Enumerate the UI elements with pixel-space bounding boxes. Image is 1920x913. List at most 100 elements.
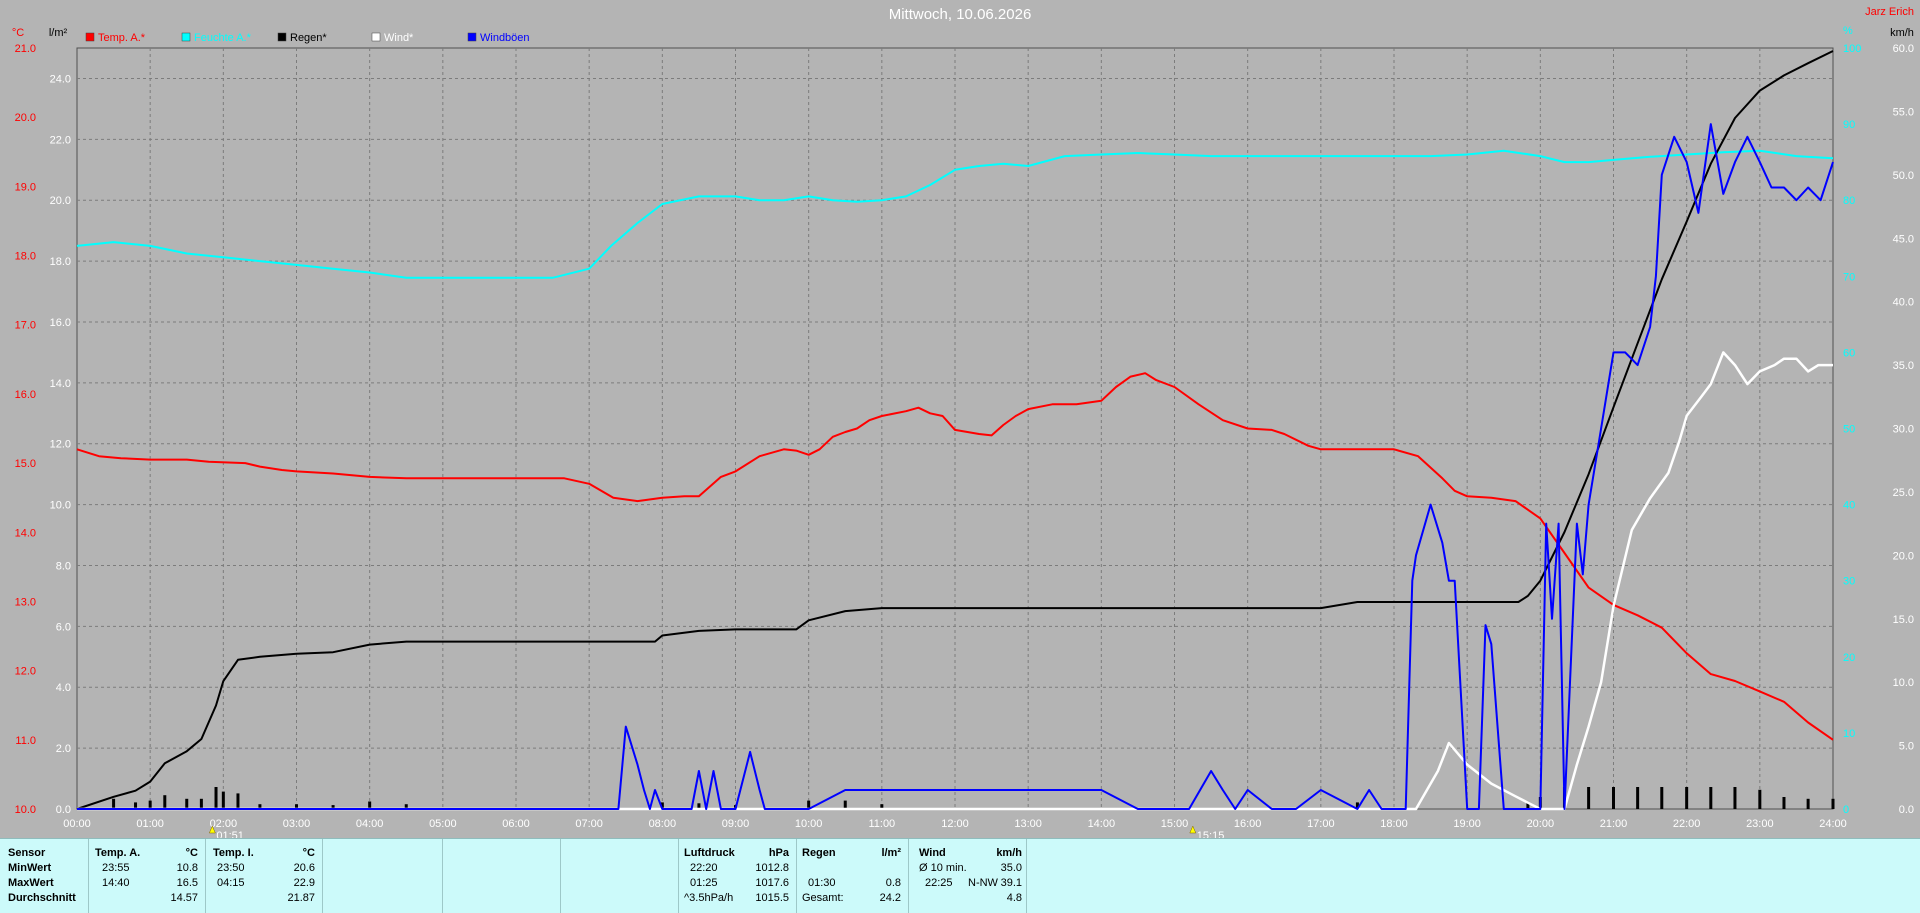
author-label: Jarz Erich [1865, 6, 1914, 18]
humidity-tick-label: 90 [1843, 119, 1855, 131]
rain-bar [1636, 787, 1640, 809]
rain-tick-label: 12.0 [50, 439, 71, 451]
x-tick-label: 16:00 [1234, 818, 1262, 830]
temp-tick-label: 19.0 [15, 181, 36, 193]
rain-tick-label: 18.0 [50, 256, 71, 268]
wind-column: Wind km/h Ø 10 min. 35.0 22:25 N-NW 39.1… [908, 839, 1027, 913]
rain-total-label: Gesamt: [802, 892, 844, 904]
rain-bar [221, 791, 225, 809]
pressure-trend-label: ^3.5hPa/h [684, 892, 734, 904]
rain-max-time: 01:30 [808, 877, 836, 889]
wind-tick-label: 60.0 [1893, 43, 1914, 55]
temp-a-column: Temp. A. °C 23:55 10.8 14:40 16.5 14.57 [88, 839, 206, 913]
marker-icon [1189, 825, 1197, 834]
x-tick-label: 12:00 [941, 818, 969, 830]
rain-tick-label: 4.0 [56, 682, 71, 694]
rain-tick-label: 2.0 [56, 743, 71, 755]
rain-tick-label: 10.0 [50, 500, 71, 512]
rain-total: 24.2 [879, 892, 901, 904]
x-tick-label: 07:00 [575, 818, 603, 830]
x-tick-label: 02:00 [210, 818, 238, 830]
wind-tick-label: 40.0 [1893, 297, 1914, 309]
temp-i-min: 20.6 [293, 862, 315, 874]
legend-label: Wind* [384, 32, 414, 44]
legend-label: Windböen [480, 32, 530, 44]
wind-avg10: 35.0 [1000, 862, 1022, 874]
rain-tick-label: 24.0 [50, 73, 71, 85]
legend: Temp. A.* Feuchte A.* Regen* Wind* Windböen [85, 32, 530, 44]
rain-bar [1709, 787, 1713, 809]
wind-tick-label: 35.0 [1893, 360, 1914, 372]
rain-max: 0.8 [885, 877, 901, 889]
wind-avg10-label: Ø 10 min. [919, 862, 967, 874]
rain-bar [843, 800, 847, 809]
temp-tick-label: 17.0 [15, 320, 36, 332]
pressure-header: Luftdruck [684, 847, 735, 859]
rain-unit: l/m² [881, 847, 901, 859]
rain-column: Regen l/m² 01:30 0.8 Gesamt: 24.2 [796, 839, 909, 913]
rain-bar [1587, 787, 1591, 809]
wind-tick-label: 15.0 [1893, 614, 1914, 626]
rain-bar [148, 800, 152, 809]
row-label-sensor: Sensor [8, 847, 46, 859]
x-tick-label: 10:00 [795, 818, 823, 830]
axis-unit-label: °C [12, 27, 24, 39]
x-tick-label: 05:00 [429, 818, 457, 830]
axis-unit-label: l/m² [49, 27, 68, 39]
rain-bar [199, 798, 203, 809]
rain-bar [214, 787, 218, 809]
humidity-tick-label: 50 [1843, 424, 1855, 436]
rain-tick-label: 22.0 [50, 134, 71, 146]
rain-header: Regen [802, 847, 836, 859]
rain-bar [1782, 797, 1786, 809]
x-tick-label: 17:00 [1307, 818, 1335, 830]
humidity-tick-label: 80 [1843, 195, 1855, 207]
humidity-tick-label: 70 [1843, 271, 1855, 283]
legend-swatch [181, 32, 191, 42]
row-label-max: MaxWert [8, 877, 54, 889]
rain-bar [1806, 798, 1810, 809]
pressure-unit: hPa [768, 847, 789, 859]
wind-tick-label: 5.0 [1899, 741, 1914, 753]
x-tick-label: 06:00 [502, 818, 530, 830]
temp-i-max-time: 04:15 [217, 877, 245, 889]
legend-swatch [371, 32, 381, 42]
temp-tick-label: 14.0 [15, 527, 36, 539]
wind-avg: 4.8 [1006, 892, 1022, 904]
humidity-tick-label: 10 [1843, 728, 1855, 740]
rain-bar [112, 798, 116, 809]
temp-tick-label: 15.0 [15, 458, 36, 470]
rain-bar [163, 795, 167, 809]
row-label-min: MinWert [8, 862, 52, 874]
humidity-tick-label: 40 [1843, 500, 1855, 512]
axis-unit-label: % [1843, 25, 1853, 37]
temp-i-min-time: 23:50 [217, 862, 245, 874]
empty-column-3 [560, 839, 679, 913]
pressure-column: Luftdruck hPa 22:20 1012.8 01:25 1017.6 … [678, 839, 797, 913]
marker-time-label: 15:15 [1197, 830, 1225, 838]
temp-tick-label: 10.0 [15, 804, 36, 816]
wind-tick-label: 55.0 [1893, 106, 1914, 118]
temp-tick-label: 11.0 [15, 735, 36, 747]
x-tick-label: 24:00 [1819, 818, 1847, 830]
x-tick-label: 19:00 [1453, 818, 1481, 830]
wind-max-time: 22:25 [925, 877, 953, 889]
chart-canvas: 00:00 01:00 02:00 03:00 04:00 05:00 06:00 07:00… [12, 6, 1914, 838]
x-tick-label: 04:00 [356, 818, 384, 830]
temp-a-unit: °C [185, 847, 198, 859]
x-tick-label: 08:00 [649, 818, 677, 830]
series-line-windben [77, 123, 1834, 810]
row-label-avg: Durchschnitt [8, 892, 76, 904]
temp-i-max: 22.9 [293, 877, 315, 889]
wind-tick-label: 50.0 [1893, 170, 1914, 182]
wind-tick-label: 30.0 [1893, 424, 1914, 436]
pressure-min-time: 22:20 [690, 862, 718, 874]
temp-tick-label: 12.0 [15, 666, 36, 678]
empty-column-2 [442, 839, 561, 913]
rain-tick-label: 14.0 [50, 378, 71, 390]
wind-max: 39.1 [1000, 877, 1022, 889]
x-tick-label: 20:00 [1527, 818, 1555, 830]
temp-i-unit: °C [302, 847, 315, 859]
rain-bar [1758, 789, 1762, 809]
wind-tick-label: 20.0 [1893, 550, 1914, 562]
